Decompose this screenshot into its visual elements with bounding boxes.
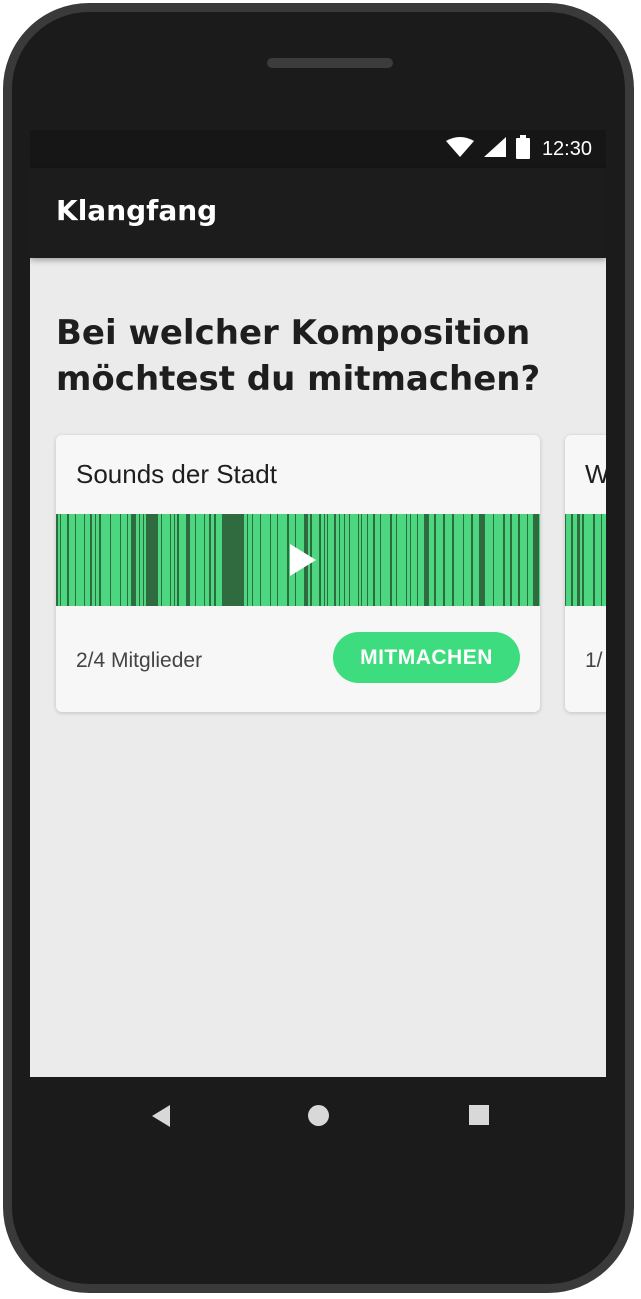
waveform-stripe xyxy=(463,514,464,606)
waveform-stripe xyxy=(533,514,539,606)
waveform-stripe xyxy=(518,514,520,606)
battery-icon xyxy=(515,135,530,163)
home-icon[interactable] xyxy=(307,1104,330,1131)
waveform-stripe xyxy=(277,514,278,606)
status-time: 12:30 xyxy=(541,137,592,160)
waveform-block xyxy=(222,514,244,606)
waveform-stripe xyxy=(434,514,436,606)
waveform-preview[interactable] xyxy=(565,514,606,606)
waveform-stripe xyxy=(380,514,381,606)
waveform-stripe xyxy=(327,514,328,606)
waveform-stripe xyxy=(334,514,336,606)
app-title: Klangfang xyxy=(56,194,218,227)
waveform-stripe xyxy=(503,514,505,606)
waveform-stripe xyxy=(361,514,362,606)
waveform-stripe xyxy=(75,514,76,606)
member-count: 2/4 Mitglieder xyxy=(76,649,203,672)
waveform-stripe xyxy=(110,514,111,606)
wifi-icon xyxy=(445,137,474,161)
waveform-stripe xyxy=(527,514,528,606)
waveform-stripe xyxy=(209,514,211,606)
waveform-stripe xyxy=(358,514,359,606)
waveform-stripe xyxy=(601,514,602,606)
composition-card[interactable]: W 1/ xyxy=(565,435,606,712)
waveform-stripe xyxy=(161,514,162,606)
waveform-block xyxy=(146,514,154,606)
waveform-stripe xyxy=(120,514,121,606)
navigation-bar xyxy=(30,1077,606,1155)
waveform-stripe xyxy=(204,514,205,606)
waveform-stripe xyxy=(582,514,584,606)
waveform-stripe xyxy=(95,514,96,606)
waveform-stripe xyxy=(396,514,397,606)
waveform-stripe xyxy=(479,514,485,606)
waveform-stripe xyxy=(84,514,85,606)
waveform-stripe xyxy=(367,514,368,606)
waveform-stripe xyxy=(565,514,566,606)
waveform-stripe xyxy=(324,514,325,606)
waveform-stripe xyxy=(452,514,454,606)
waveform-stripe xyxy=(390,514,392,606)
waveform-stripe xyxy=(60,514,61,606)
page-question: Bei welcher Komposition möchtest du mitm… xyxy=(56,313,541,399)
waveform-stripe xyxy=(270,514,271,606)
waveform-stripe xyxy=(339,514,340,606)
app-screen: 12:30 Klangfang Bei welcher Komposition … xyxy=(30,130,606,1077)
waveform-stripe xyxy=(214,514,216,606)
waveform-bars xyxy=(565,514,602,606)
waveform-stripe xyxy=(424,514,429,606)
composition-card[interactable]: Sounds der Stadt 2/4 Mitglieder MITMACHE… xyxy=(56,435,540,712)
back-icon[interactable] xyxy=(150,1104,172,1132)
waveform-stripe xyxy=(143,514,144,606)
waveform-preview[interactable] xyxy=(56,514,540,606)
waveform-stripe xyxy=(443,514,445,606)
phone-speaker xyxy=(267,58,393,68)
waveform-stripe xyxy=(186,514,190,606)
waveform-stripe xyxy=(406,514,407,606)
waveform-stripe xyxy=(471,514,473,606)
waveform-stripe xyxy=(170,514,171,606)
waveform-stripe xyxy=(177,514,179,606)
waveform-stripe xyxy=(593,514,595,606)
waveform-stripe xyxy=(577,514,580,606)
waveform-stripe xyxy=(417,514,418,606)
member-count: 1/ xyxy=(585,649,603,672)
waveform-stripe xyxy=(260,514,261,606)
waveform-stripe xyxy=(90,514,92,606)
recents-icon[interactable] xyxy=(468,1104,490,1130)
waveform-stripe xyxy=(493,514,494,606)
waveform-stripe xyxy=(127,514,128,606)
waveform-stripe xyxy=(410,514,411,606)
waveform-stripe xyxy=(571,514,573,606)
waveform-stripe xyxy=(252,514,253,606)
join-button[interactable]: MITMACHEN xyxy=(333,632,520,683)
waveform-stripe xyxy=(139,514,140,606)
waveform-stripe xyxy=(67,514,69,606)
play-icon[interactable] xyxy=(286,542,320,578)
waveform-stripe xyxy=(174,514,175,606)
status-bar: 12:30 xyxy=(30,130,606,168)
waveform-stripe xyxy=(247,514,248,606)
waveform-stripe xyxy=(195,514,196,606)
app-bar: Klangfang xyxy=(30,168,606,258)
waveform-stripe xyxy=(99,514,101,606)
waveform-stripe xyxy=(510,514,512,606)
waveform-stripe xyxy=(131,514,136,606)
card-title: W xyxy=(585,459,606,489)
signal-icon xyxy=(483,137,506,161)
waveform-stripe xyxy=(56,514,58,606)
waveform-stripe xyxy=(373,514,375,606)
waveform-stripe xyxy=(349,514,350,606)
card-title: Sounds der Stadt xyxy=(76,459,277,489)
waveform-stripe xyxy=(344,514,345,606)
